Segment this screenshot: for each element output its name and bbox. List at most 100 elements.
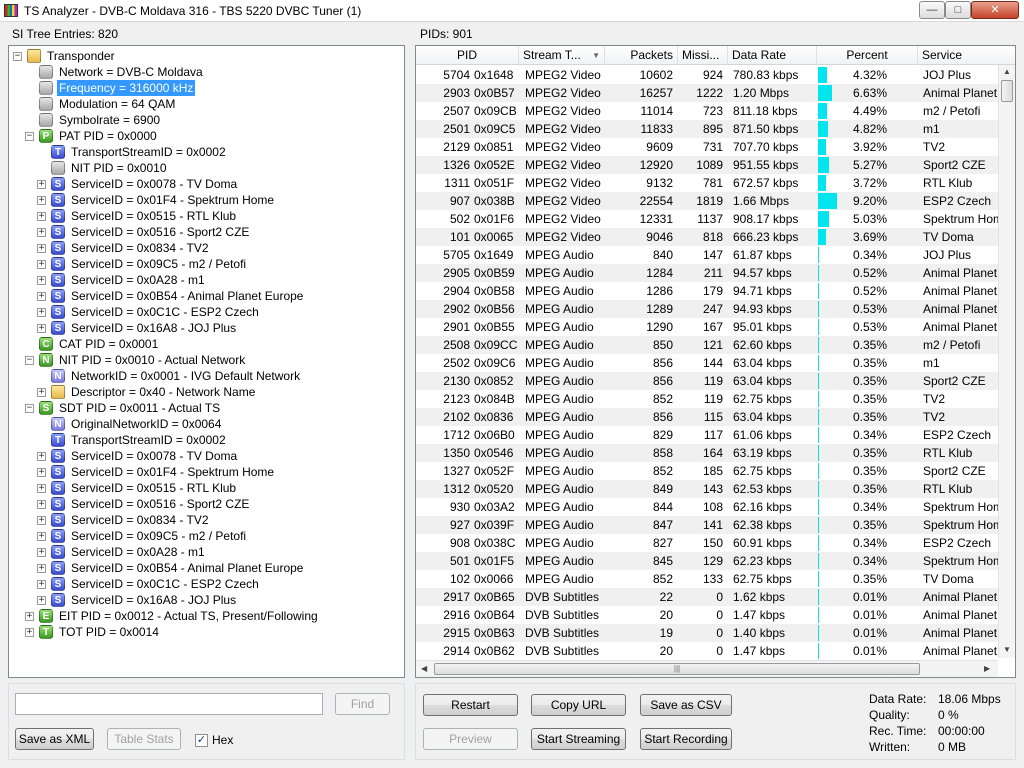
tree-node[interactable]: + S ServiceID = 0x0C1C - ESP2 Czech (9, 304, 404, 320)
tree-node[interactable]: + S ServiceID = 0x0B54 - Animal Planet Eur… (9, 288, 404, 304)
tree-node[interactable]: + S ServiceID = 0x0834 - TV2 (9, 240, 404, 256)
expand-icon[interactable]: + (25, 612, 34, 621)
expand-icon[interactable]: + (37, 452, 46, 461)
tree-node[interactable]: T TransportStreamID = 0x0002 (9, 432, 404, 448)
column-header-packets[interactable]: Packets (605, 46, 678, 65)
table-row[interactable]: 907 0x038B MPEG2 Video 22554 1819 1.66 Mbps 9.… (416, 192, 999, 210)
tree-node[interactable]: + S ServiceID = 0x0A28 - m1 (9, 544, 404, 560)
pid-table[interactable]: PID Stream T... ▼ Packets Missi... Data R… (415, 45, 1016, 678)
tree-node[interactable]: − Transponder (9, 48, 404, 64)
expand-icon[interactable]: + (25, 628, 34, 637)
expand-icon[interactable]: + (37, 292, 46, 301)
tree-node[interactable]: + S ServiceID = 0x0078 - TV Doma (9, 448, 404, 464)
hex-label[interactable]: Hex (212, 733, 233, 747)
table-row[interactable]: 5705 0x1649 MPEG Audio 840 147 61.87 kbps 0.34… (416, 246, 999, 264)
table-row[interactable]: 1312 0x0520 MPEG Audio 849 143 62.53 kbps 0.35… (416, 480, 999, 498)
table-row[interactable]: 2902 0x0B56 MPEG Audio 1289 247 94.93 kbps 0.5… (416, 300, 999, 318)
tree-node[interactable]: − S SDT PID = 0x0011 - Actual TS (9, 400, 404, 416)
preview-button[interactable]: Preview (423, 728, 518, 750)
table-row[interactable]: 927 0x039F MPEG Audio 847 141 62.38 kbps 0.35%… (416, 516, 999, 534)
table-row[interactable]: 2917 0x0B65 DVB Subtitles 22 0 1.62 kbps 0.01%… (416, 588, 999, 606)
table-row[interactable]: 2129 0x0851 MPEG2 Video 9609 731 707.70 kbps 3… (416, 138, 999, 156)
expand-icon[interactable]: + (37, 500, 46, 509)
tree-node[interactable]: N NetworkID = 0x0001 - IVG Default Networ… (9, 368, 404, 384)
expand-icon[interactable]: + (37, 484, 46, 493)
table-row[interactable]: 1327 0x052F MPEG Audio 852 185 62.75 kbps 0.35… (416, 462, 999, 480)
expand-icon[interactable]: + (37, 564, 46, 573)
expand-icon[interactable]: + (37, 244, 46, 253)
table-row[interactable]: 501 0x01F5 MPEG Audio 845 129 62.23 kbps 0.34%… (416, 552, 999, 570)
table-row[interactable]: 2508 0x09CC MPEG Audio 850 121 62.60 kbps 0.35… (416, 336, 999, 354)
table-row[interactable]: 2914 0x0B62 DVB Subtitles 20 0 1.47 kbps 0.01%… (416, 642, 999, 660)
table-row[interactable]: 102 0x0066 MPEG Audio 852 133 62.75 kbps 0.35%… (416, 570, 999, 588)
table-row[interactable]: 5704 0x1648 MPEG2 Video 10602 924 780.83 kbps… (416, 66, 999, 84)
start-recording-button[interactable]: Start Recording (640, 728, 732, 750)
tree-node[interactable]: + S ServiceID = 0x01F4 - Spektrum Home (9, 464, 404, 480)
table-row[interactable]: 930 0x03A2 MPEG Audio 844 108 62.16 kbps 0.34%… (416, 498, 999, 516)
tree-node[interactable]: − N NIT PID = 0x0010 - Actual Network (9, 352, 404, 368)
tree-node[interactable]: + S ServiceID = 0x16A8 - JOJ Plus (9, 320, 404, 336)
expand-icon[interactable]: + (37, 228, 46, 237)
restart-button[interactable]: Restart (423, 694, 518, 716)
expand-icon[interactable]: + (37, 516, 46, 525)
table-row[interactable]: 2507 0x09CB MPEG2 Video 11014 723 811.18 kbps… (416, 102, 999, 120)
expand-icon[interactable]: + (37, 580, 46, 589)
tree-node[interactable]: Frequency = 316000 kHz (9, 80, 404, 96)
tree-node[interactable]: + S ServiceID = 0x0516 - Sport2 CZE (9, 224, 404, 240)
tree-node[interactable]: + S ServiceID = 0x0078 - TV Doma (9, 176, 404, 192)
expand-icon[interactable]: + (37, 532, 46, 541)
column-header-pid[interactable]: PID (416, 46, 519, 65)
tree-node[interactable]: + Descriptor = 0x40 - Network Name (9, 384, 404, 400)
close-button[interactable]: ✕ (971, 1, 1019, 19)
table-row[interactable]: 101 0x0065 MPEG2 Video 9046 818 666.23 kbps 3.… (416, 228, 999, 246)
expand-icon[interactable]: + (37, 276, 46, 285)
table-row[interactable]: 2905 0x0B59 MPEG Audio 1284 211 94.57 kbps 0.5… (416, 264, 999, 282)
expand-icon[interactable]: + (37, 180, 46, 189)
tree-node[interactable]: + S ServiceID = 0x0834 - TV2 (9, 512, 404, 528)
expand-icon[interactable]: + (37, 548, 46, 557)
column-header-stream-type[interactable]: Stream T... ▼ (519, 46, 605, 65)
vertical-scroll-thumb[interactable] (1001, 80, 1013, 102)
expand-icon[interactable]: + (37, 212, 46, 221)
table-row[interactable]: 2502 0x09C6 MPEG Audio 856 144 63.04 kbps 0.35… (416, 354, 999, 372)
collapse-icon[interactable]: − (13, 52, 22, 61)
tree-node[interactable]: C CAT PID = 0x0001 (9, 336, 404, 352)
search-input[interactable] (15, 693, 323, 715)
expand-icon[interactable]: + (37, 468, 46, 477)
find-button[interactable]: Find (335, 693, 390, 715)
tree-node[interactable]: + T TOT PID = 0x0014 (9, 624, 404, 640)
table-row[interactable]: 2916 0x0B64 DVB Subtitles 20 0 1.47 kbps 0.01%… (416, 606, 999, 624)
minimize-button[interactable]: — (919, 1, 945, 19)
tree-node[interactable]: + S ServiceID = 0x0515 - RTL Klub (9, 208, 404, 224)
tree-node[interactable]: + S ServiceID = 0x16A8 - JOJ Plus (9, 592, 404, 608)
start-streaming-button[interactable]: Start Streaming (531, 728, 626, 750)
column-header-service[interactable]: Service (918, 46, 1015, 65)
tree-node[interactable]: + S ServiceID = 0x0515 - RTL Klub (9, 480, 404, 496)
table-row[interactable]: 2915 0x0B63 DVB Subtitles 19 0 1.40 kbps 0.01%… (416, 624, 999, 642)
tree-node[interactable]: T TransportStreamID = 0x0002 (9, 144, 404, 160)
hex-checkbox[interactable]: ✓ (195, 734, 208, 747)
column-header-data-rate[interactable]: Data Rate (728, 46, 817, 65)
expand-icon[interactable]: + (37, 388, 46, 397)
scroll-left-icon[interactable]: ◀ (421, 664, 427, 673)
collapse-icon[interactable]: − (25, 404, 34, 413)
scroll-up-icon[interactable]: ▲ (1003, 67, 1011, 76)
tree-node[interactable]: + S ServiceID = 0x0A28 - m1 (9, 272, 404, 288)
tree-node[interactable]: + S ServiceID = 0x01F4 - Spektrum Home (9, 192, 404, 208)
tree-node[interactable]: NIT PID = 0x0010 (9, 160, 404, 176)
scroll-down-icon[interactable]: ▼ (1003, 645, 1011, 654)
tree-node[interactable]: Modulation = 64 QAM (9, 96, 404, 112)
table-row[interactable]: 1712 0x06B0 MPEG Audio 829 117 61.06 kbps 0.34… (416, 426, 999, 444)
pid-table-horizontal-scrollbar[interactable]: ◀ ||| ▶ (416, 660, 998, 677)
table-row[interactable]: 1311 0x051F MPEG2 Video 9132 781 672.57 kbps 3… (416, 174, 999, 192)
table-row[interactable]: 1350 0x0546 MPEG Audio 858 164 63.19 kbps 0.35… (416, 444, 999, 462)
tree-node[interactable]: Symbolrate = 6900 (9, 112, 404, 128)
tree-node[interactable]: + S ServiceID = 0x0B54 - Animal Planet Eur… (9, 560, 404, 576)
pid-table-vertical-scrollbar[interactable]: ▲ ▼ (998, 65, 1015, 658)
table-row[interactable]: 2102 0x0836 MPEG Audio 856 115 63.04 kbps 0.35… (416, 408, 999, 426)
tree-node[interactable]: + S ServiceID = 0x0516 - Sport2 CZE (9, 496, 404, 512)
horizontal-scroll-thumb[interactable]: ||| (434, 663, 920, 675)
expand-icon[interactable]: + (37, 324, 46, 333)
tree-node[interactable]: Network = DVB-C Moldava (9, 64, 404, 80)
table-row[interactable]: 2130 0x0852 MPEG Audio 856 119 63.04 kbps 0.35… (416, 372, 999, 390)
